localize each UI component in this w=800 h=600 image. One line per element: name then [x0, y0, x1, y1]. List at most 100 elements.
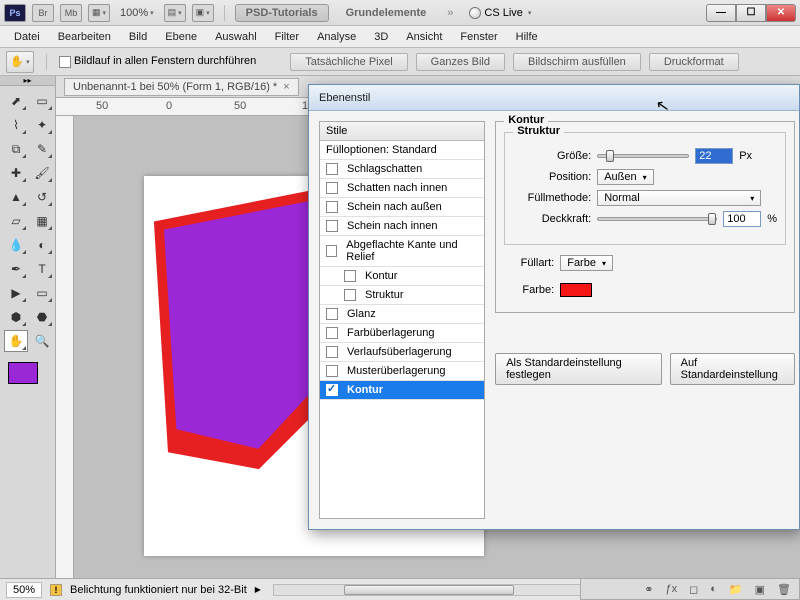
- opacity-label: Deckkraft:: [513, 213, 591, 225]
- menu-ansicht[interactable]: Ansicht: [398, 29, 450, 45]
- eraser-tool[interactable]: ▱: [4, 210, 28, 232]
- view-extras-icon[interactable]: ▦▾: [88, 4, 110, 22]
- style-inner-shadow[interactable]: Schatten nach innen: [320, 179, 484, 198]
- gradient-tool[interactable]: ▦: [30, 210, 54, 232]
- bridge-icon[interactable]: Br: [32, 4, 54, 22]
- fill-screen-button[interactable]: Bildschirm ausfüllen: [513, 53, 641, 71]
- menu-hilfe[interactable]: Hilfe: [508, 29, 546, 45]
- healing-tool[interactable]: ✚: [4, 162, 28, 184]
- pen-tool[interactable]: ✒: [4, 258, 28, 280]
- style-texture[interactable]: Struktur: [320, 286, 484, 305]
- wand-tool[interactable]: ✦: [30, 114, 54, 136]
- style-settings: Kontur Struktur Größe: 22 Px Position: A…: [495, 121, 799, 519]
- new-layer-icon[interactable]: ▣: [755, 583, 765, 596]
- window-controls: — ☐ ✕: [706, 4, 796, 22]
- style-inner-glow[interactable]: Schein nach innen: [320, 217, 484, 236]
- style-outer-glow[interactable]: Schein nach außen: [320, 198, 484, 217]
- menu-analyse[interactable]: Analyse: [309, 29, 364, 45]
- marquee-tool[interactable]: ▭: [30, 90, 54, 112]
- maximize-button[interactable]: ☐: [736, 4, 766, 22]
- screen-mode-icon[interactable]: ▣▾: [192, 4, 214, 22]
- 3d-tool[interactable]: ⬢: [4, 306, 28, 328]
- toolbox-grip[interactable]: ▸▸: [0, 76, 55, 86]
- menu-bearbeiten[interactable]: Bearbeiten: [50, 29, 119, 45]
- layers-panel-footer: ⚭ ƒx ◻ ◐ 📁 ▣ 🗑: [580, 578, 800, 600]
- close-button[interactable]: ✕: [766, 4, 796, 22]
- layer-style-dialog: Ebenenstil Stile Fülloptionen: Standard …: [308, 84, 800, 530]
- opacity-slider[interactable]: [597, 217, 717, 221]
- workspace-psd-tutorials[interactable]: PSD-Tutorials: [235, 4, 329, 22]
- scroll-all-windows-checkbox[interactable]: Bildlauf in allen Fenstern durchführen: [59, 55, 256, 67]
- opacity-unit: %: [767, 213, 777, 225]
- minibridge-icon[interactable]: Mb: [60, 4, 82, 22]
- blur-tool[interactable]: 💧: [4, 234, 28, 256]
- fit-screen-button[interactable]: Ganzes Bild: [416, 53, 505, 71]
- type-tool[interactable]: T: [30, 258, 54, 280]
- cs-live-button[interactable]: CS Live▾: [469, 7, 531, 19]
- history-brush-tool[interactable]: ↺: [30, 186, 54, 208]
- foreground-color-swatch[interactable]: [8, 362, 38, 384]
- scroll-thumb[interactable]: [344, 585, 514, 595]
- menu-ebene[interactable]: Ebene: [157, 29, 205, 45]
- size-label: Größe:: [513, 150, 591, 162]
- style-contour[interactable]: Kontur: [320, 267, 484, 286]
- style-bevel-emboss[interactable]: Abgeflachte Kante und Relief: [320, 236, 484, 267]
- separator: [224, 5, 225, 21]
- hand-tool[interactable]: ✋: [4, 330, 28, 352]
- size-input[interactable]: 22: [695, 148, 733, 164]
- titlebar: Ps Br Mb ▦▾ 100%▾ ▤▾ ▣▾ PSD-Tutorials Gr…: [0, 0, 800, 26]
- zoom-display[interactable]: 100%▾: [116, 7, 158, 19]
- move-tool[interactable]: ⬈: [4, 90, 28, 112]
- workspace-more-icon[interactable]: »: [443, 7, 457, 19]
- style-color-overlay[interactable]: Farbüberlagerung: [320, 324, 484, 343]
- layer-mask-icon[interactable]: ◻: [689, 583, 698, 596]
- style-stroke[interactable]: Kontur: [320, 381, 484, 400]
- stamp-tool[interactable]: ▲: [4, 186, 28, 208]
- size-slider[interactable]: [597, 154, 689, 158]
- current-tool-hand[interactable]: ✋▾: [6, 51, 34, 73]
- fill-options-row[interactable]: Fülloptionen: Standard: [320, 141, 484, 160]
- style-gradient-overlay[interactable]: Verlaufsüberlagerung: [320, 343, 484, 362]
- opacity-input[interactable]: 100: [723, 211, 761, 227]
- shape-tool[interactable]: ▭: [30, 282, 54, 304]
- menu-auswahl[interactable]: Auswahl: [207, 29, 265, 45]
- layer-style-icon[interactable]: ƒx: [666, 583, 678, 595]
- crop-tool[interactable]: ⧉: [4, 138, 28, 160]
- close-tab-icon[interactable]: ×: [283, 81, 289, 93]
- blend-mode-dropdown[interactable]: Normal: [597, 190, 761, 206]
- lasso-tool[interactable]: ⌇: [4, 114, 28, 136]
- reset-default-button[interactable]: Auf Standardeinstellung: [670, 353, 795, 385]
- link-layers-icon[interactable]: ⚭: [644, 583, 653, 596]
- menu-filter[interactable]: Filter: [267, 29, 307, 45]
- style-pattern-overlay[interactable]: Musterüberlagerung: [320, 362, 484, 381]
- dialog-titlebar[interactable]: Ebenenstil: [309, 85, 799, 111]
- style-drop-shadow[interactable]: Schlagschatten: [320, 160, 484, 179]
- make-default-button[interactable]: Als Standardeinstellung festlegen: [495, 353, 661, 385]
- styles-header[interactable]: Stile: [320, 122, 484, 141]
- delete-layer-icon[interactable]: 🗑: [777, 583, 791, 596]
- workspace-grundelemente[interactable]: Grundelemente: [335, 4, 438, 22]
- stroke-color-swatch[interactable]: [560, 283, 592, 297]
- zoom-tool[interactable]: 🔍: [30, 330, 54, 352]
- ruler-vertical[interactable]: [56, 116, 74, 578]
- menu-fenster[interactable]: Fenster: [452, 29, 505, 45]
- 3d-camera-tool[interactable]: ⬣: [30, 306, 54, 328]
- print-size-button[interactable]: Druckformat: [649, 53, 739, 71]
- eyedropper-tool[interactable]: ✎: [30, 138, 54, 160]
- group-icon[interactable]: 📁: [729, 583, 743, 596]
- adjustment-layer-icon[interactable]: ◐: [710, 583, 717, 595]
- actual-pixels-button[interactable]: Tatsächliche Pixel: [290, 53, 407, 71]
- filltype-dropdown[interactable]: Farbe: [560, 255, 613, 271]
- document-tab[interactable]: Unbenannt-1 bei 50% (Form 1, RGB/16) *×: [64, 78, 299, 96]
- dodge-tool[interactable]: ◐: [30, 234, 54, 256]
- menu-3d[interactable]: 3D: [366, 29, 396, 45]
- minimize-button[interactable]: —: [706, 4, 736, 22]
- menu-datei[interactable]: Datei: [6, 29, 48, 45]
- status-zoom[interactable]: 50%: [6, 582, 42, 598]
- path-select-tool[interactable]: ▶: [4, 282, 28, 304]
- style-satin[interactable]: Glanz: [320, 305, 484, 324]
- menu-bild[interactable]: Bild: [121, 29, 155, 45]
- arrange-docs-icon[interactable]: ▤▾: [164, 4, 186, 22]
- position-dropdown[interactable]: Außen: [597, 169, 653, 185]
- brush-tool[interactable]: 🖌: [30, 162, 54, 184]
